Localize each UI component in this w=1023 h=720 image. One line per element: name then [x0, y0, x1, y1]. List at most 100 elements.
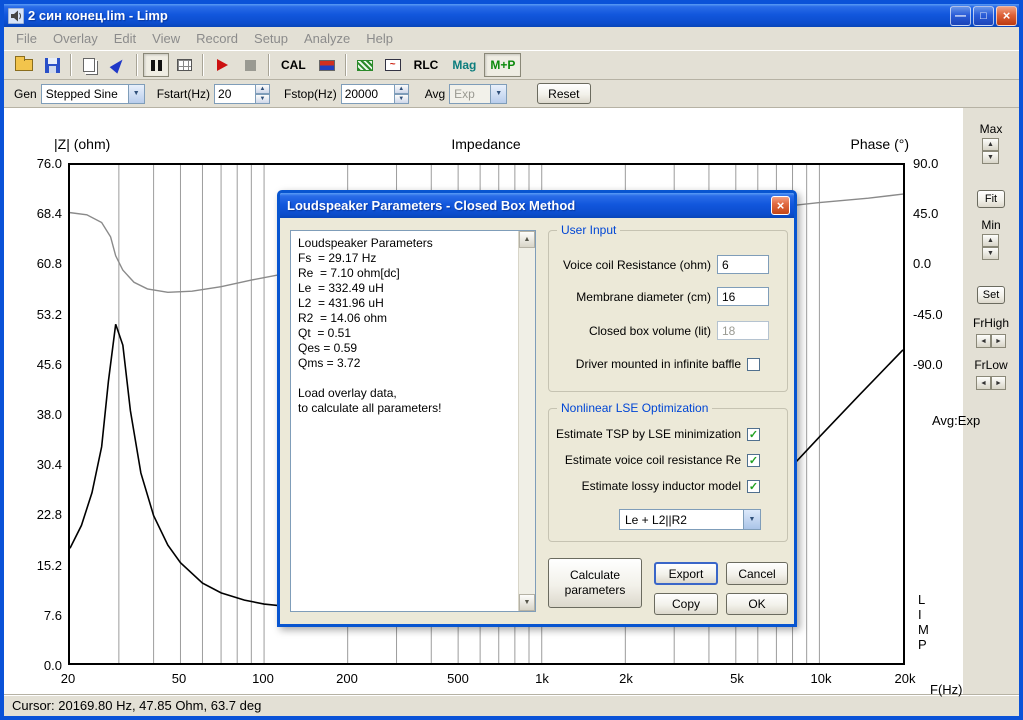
oscilloscope-icon: ~ [385, 59, 401, 71]
ok-button[interactable]: OK [726, 593, 788, 615]
stop-icon [245, 60, 256, 71]
inductor-model-select[interactable]: Le + L2||R2 ▼ [619, 509, 761, 530]
toolbar-separator [136, 54, 138, 76]
lse-minimization-label: Estimate TSP by LSE minimization [549, 427, 741, 441]
start-measurement-button[interactable] [209, 53, 235, 77]
y-right-tick-label: -45.0 [913, 307, 943, 322]
averaging-select: Exp ▼ [449, 84, 507, 104]
voice-coil-resistance-input[interactable] [717, 255, 769, 274]
rlc-button[interactable]: RLC [408, 53, 445, 77]
right-axis-title: Phase (°) [809, 136, 909, 152]
table-view-button[interactable] [171, 53, 197, 77]
avg-label: Avg [425, 87, 445, 101]
spin-up-icon[interactable]: ▲ [982, 234, 999, 247]
document-icon [83, 58, 95, 72]
save-file-button[interactable] [39, 53, 65, 77]
arrow-right-icon[interactable]: ► [991, 334, 1006, 348]
max-label: Max [963, 122, 1019, 136]
fstop-input[interactable] [341, 84, 395, 104]
set-button[interactable]: Set [977, 286, 1005, 304]
copy-button[interactable] [77, 53, 103, 77]
infinite-baffle-label: Driver mounted in infinite baffle [549, 357, 741, 371]
parameters-results-box[interactable]: Loudspeaker Parameters Fs = 29.17 Hz Re … [290, 230, 536, 612]
spin-down-icon[interactable]: ▼ [982, 247, 999, 260]
menu-edit[interactable]: Edit [106, 28, 144, 49]
y-left-tick-label: 68.4 [16, 206, 62, 221]
overlay-hatch-icon [357, 60, 373, 71]
lossy-inductor-checkbox[interactable]: ✓ [747, 480, 760, 493]
y-left-tick-label: 45.6 [16, 357, 62, 372]
maximize-button[interactable]: □ [973, 6, 994, 26]
stop-measurement-button[interactable] [237, 53, 263, 77]
arrow-left-icon[interactable]: ◄ [976, 376, 991, 390]
spin-up-icon[interactable]: ▲ [982, 138, 999, 151]
inductor-model-value: Le + L2||R2 [620, 513, 743, 527]
fit-button[interactable]: Fit [977, 190, 1005, 208]
frhigh-arrows[interactable]: ◄► [976, 334, 1006, 348]
spin-up-icon[interactable]: ▲ [394, 84, 409, 94]
spin-down-icon[interactable]: ▼ [982, 151, 999, 164]
menu-setup[interactable]: Setup [246, 28, 296, 49]
fstart-spinner[interactable]: ▲▼ [255, 84, 270, 104]
dialog-close-button[interactable]: × [771, 196, 790, 215]
avg-mode-label: Avg:Exp [932, 413, 980, 428]
menu-overlay[interactable]: Overlay [45, 28, 106, 49]
calibrate-button[interactable]: CAL [275, 53, 312, 77]
fstart-input[interactable] [214, 84, 256, 104]
menu-analyze[interactable]: Analyze [296, 28, 358, 49]
edit-button[interactable] [105, 53, 131, 77]
magnitude-view-button[interactable]: Mag [446, 53, 482, 77]
minimize-button[interactable]: — [950, 6, 971, 26]
lse-minimization-checkbox[interactable]: ✓ [747, 428, 760, 441]
frhigh-label: FrHigh [963, 316, 1019, 330]
cancel-button[interactable]: Cancel [726, 562, 788, 585]
gen-label: Gen [14, 87, 37, 101]
user-input-group-title: User Input [557, 223, 620, 237]
open-file-button[interactable] [11, 53, 37, 77]
lse-optimization-group: Nonlinear LSE Optimization Estimate TSP … [548, 408, 788, 542]
min-spinner[interactable]: ▲▼ [982, 234, 999, 260]
scroll-down-icon[interactable]: ▼ [519, 594, 535, 611]
reset-button[interactable]: Reset [537, 83, 590, 104]
y-right-tick-label: 45.0 [913, 206, 938, 221]
x-tick-label: 100 [239, 671, 287, 686]
x-axis-title: F(Hz) [930, 682, 963, 697]
menu-view[interactable]: View [144, 28, 188, 49]
estimate-re-checkbox[interactable]: ✓ [747, 454, 760, 467]
frlow-arrows[interactable]: ◄► [976, 376, 1006, 390]
x-tick-label: 50 [155, 671, 203, 686]
menu-file[interactable]: File [8, 28, 45, 49]
spin-down-icon[interactable]: ▼ [394, 94, 409, 104]
calculate-parameters-button[interactable]: Calculate parameters [548, 558, 642, 608]
y-left-tick-label: 53.2 [16, 307, 62, 322]
menu-record[interactable]: Record [188, 28, 246, 49]
left-axis-title: |Z| (ohm) [54, 136, 110, 152]
magnitude-phase-view-button[interactable]: M+P [484, 53, 521, 77]
spin-down-icon[interactable]: ▼ [255, 94, 270, 104]
calibration-flag-button[interactable] [314, 53, 340, 77]
results-scrollbar[interactable]: ▲ ▼ [518, 231, 535, 611]
overlay-button[interactable] [352, 53, 378, 77]
signal-generator-button[interactable]: ~ [380, 53, 406, 77]
y-right-tick-label: 90.0 [913, 156, 938, 171]
copy-button[interactable]: Copy [654, 593, 718, 615]
spin-up-icon[interactable]: ▲ [255, 84, 270, 94]
generator-type-select[interactable]: Stepped Sine ▼ [41, 84, 145, 104]
dialog-title-bar[interactable]: Loudspeaker Parameters - Closed Box Meth… [280, 193, 794, 218]
x-tick-label: 2k [602, 671, 650, 686]
title-bar[interactable]: 2 син конец.lim - Limp — □ × [4, 4, 1019, 27]
frlow-label: FrLow [963, 358, 1019, 372]
arrow-right-icon[interactable]: ► [991, 376, 1006, 390]
fstop-spinner[interactable]: ▲▼ [394, 84, 409, 104]
export-button[interactable]: Export [654, 562, 718, 585]
menu-help[interactable]: Help [358, 28, 401, 49]
max-spinner[interactable]: ▲▼ [982, 138, 999, 164]
arrow-left-icon[interactable]: ◄ [976, 334, 991, 348]
membrane-diameter-input[interactable] [717, 287, 769, 306]
scroll-up-icon[interactable]: ▲ [519, 231, 535, 248]
pause-button[interactable] [143, 53, 169, 77]
window-title: 2 син конец.lim - Limp [28, 8, 950, 23]
close-button[interactable]: × [996, 6, 1017, 26]
infinite-baffle-checkbox[interactable] [747, 358, 760, 371]
limp-logo: L I M P [918, 592, 929, 652]
